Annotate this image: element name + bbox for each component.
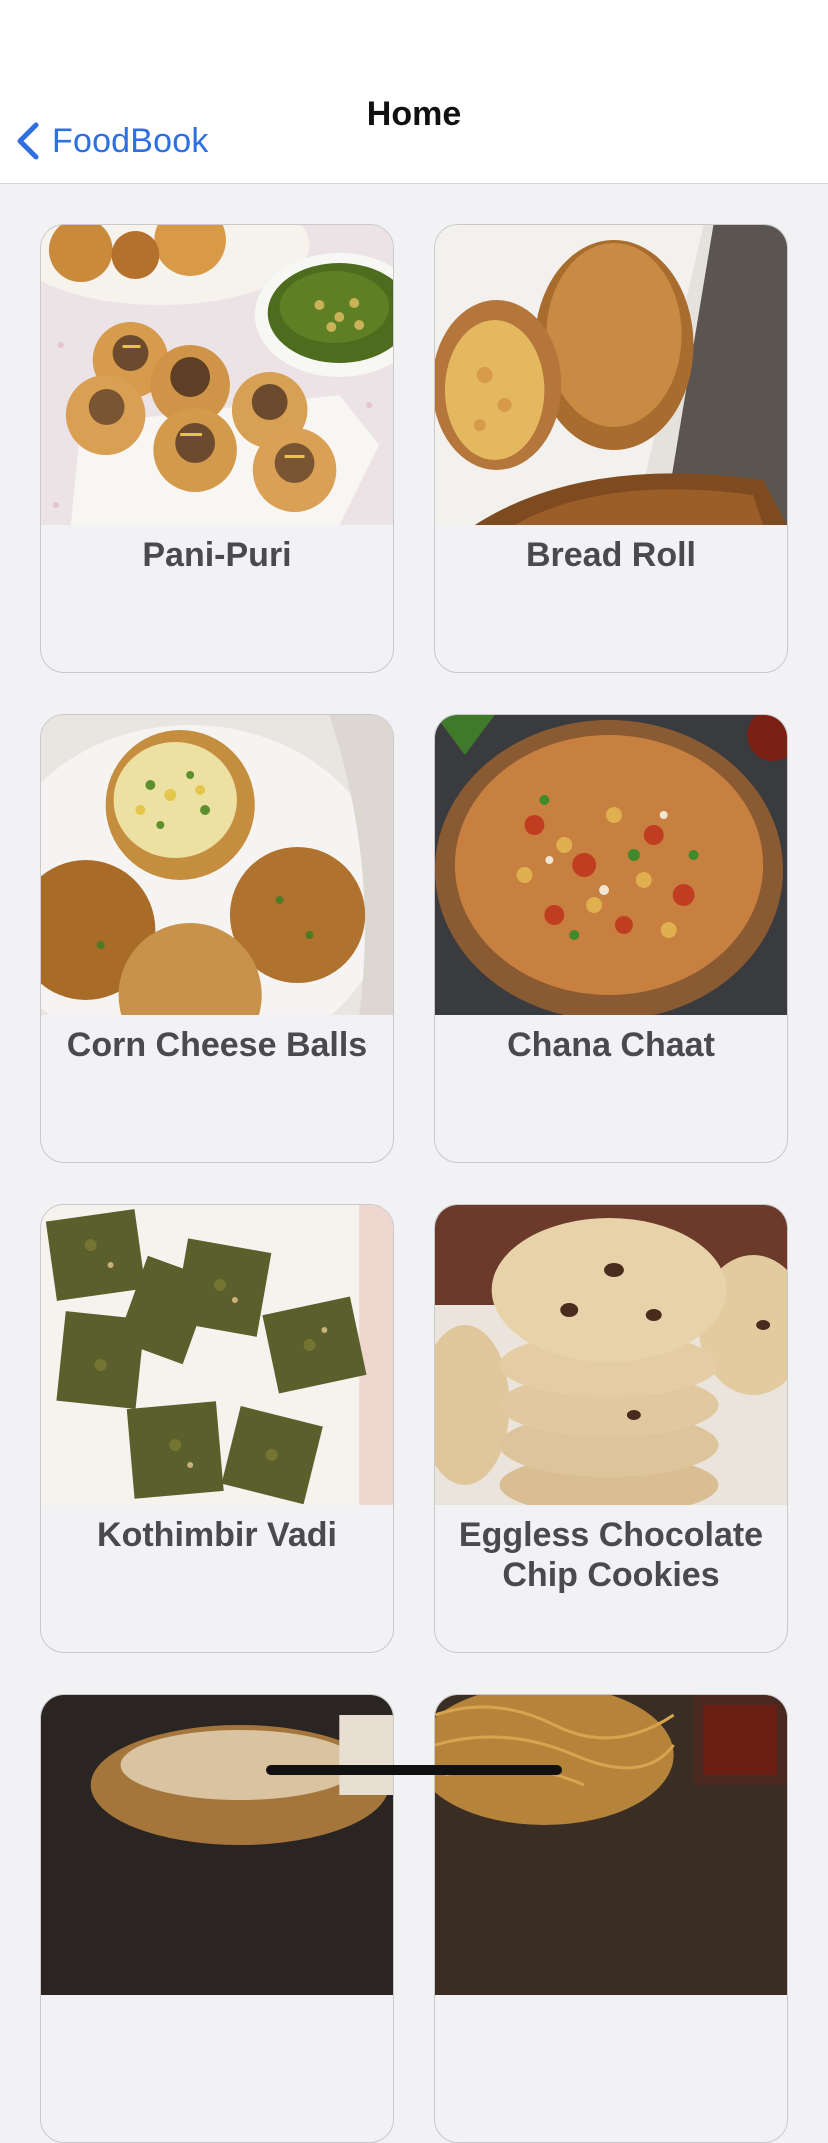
recipe-card-chana-chaat[interactable]: Chana Chaat — [434, 714, 788, 1163]
corn-cheese-balls-photo — [41, 715, 393, 1015]
recipe-card-corn-cheese-balls[interactable]: Corn Cheese Balls — [40, 714, 394, 1163]
recipe-title: Corn Cheese Balls — [66, 1026, 368, 1064]
recipe-card-7[interactable] — [40, 1694, 394, 2143]
home-indicator[interactable] — [266, 1765, 562, 1775]
noodles-photo — [435, 1695, 787, 1995]
kothimbir-vadi-photo — [41, 1205, 393, 1505]
recipe-card-kothimbir-vadi[interactable]: Kothimbir Vadi — [40, 1204, 394, 1653]
bread-roll-photo — [435, 225, 787, 525]
cookies-photo — [435, 1205, 787, 1505]
chana-chaat-photo — [435, 715, 787, 1015]
recipe-card-bread-roll[interactable]: Bread Roll — [434, 224, 788, 673]
recipe-card-eggless-chocolate-chip-cookies[interactable]: Eggless Chocolate Chip Cookies — [434, 1204, 788, 1653]
recipe-title: Kothimbir Vadi — [97, 1516, 337, 1554]
pani-puri-photo — [41, 225, 393, 525]
recipe-grid: Pani-Puri Bread Roll Corn Cheese Balls C… — [40, 224, 788, 2143]
recipe-title: Pani-Puri — [142, 536, 292, 574]
recipe-card-pani-puri[interactable]: Pani-Puri — [40, 224, 394, 673]
recipe-title: Chana Chaat — [507, 1026, 715, 1064]
sandwich-photo — [41, 1695, 393, 1995]
navigation-bar: FoodBook Home — [0, 0, 828, 184]
recipe-title: Bread Roll — [525, 536, 697, 574]
recipe-card-8[interactable] — [434, 1694, 788, 2143]
page-title: Home — [366, 95, 462, 133]
recipe-title: Eggless Chocolate Chip Cookies — [458, 1516, 764, 1594]
